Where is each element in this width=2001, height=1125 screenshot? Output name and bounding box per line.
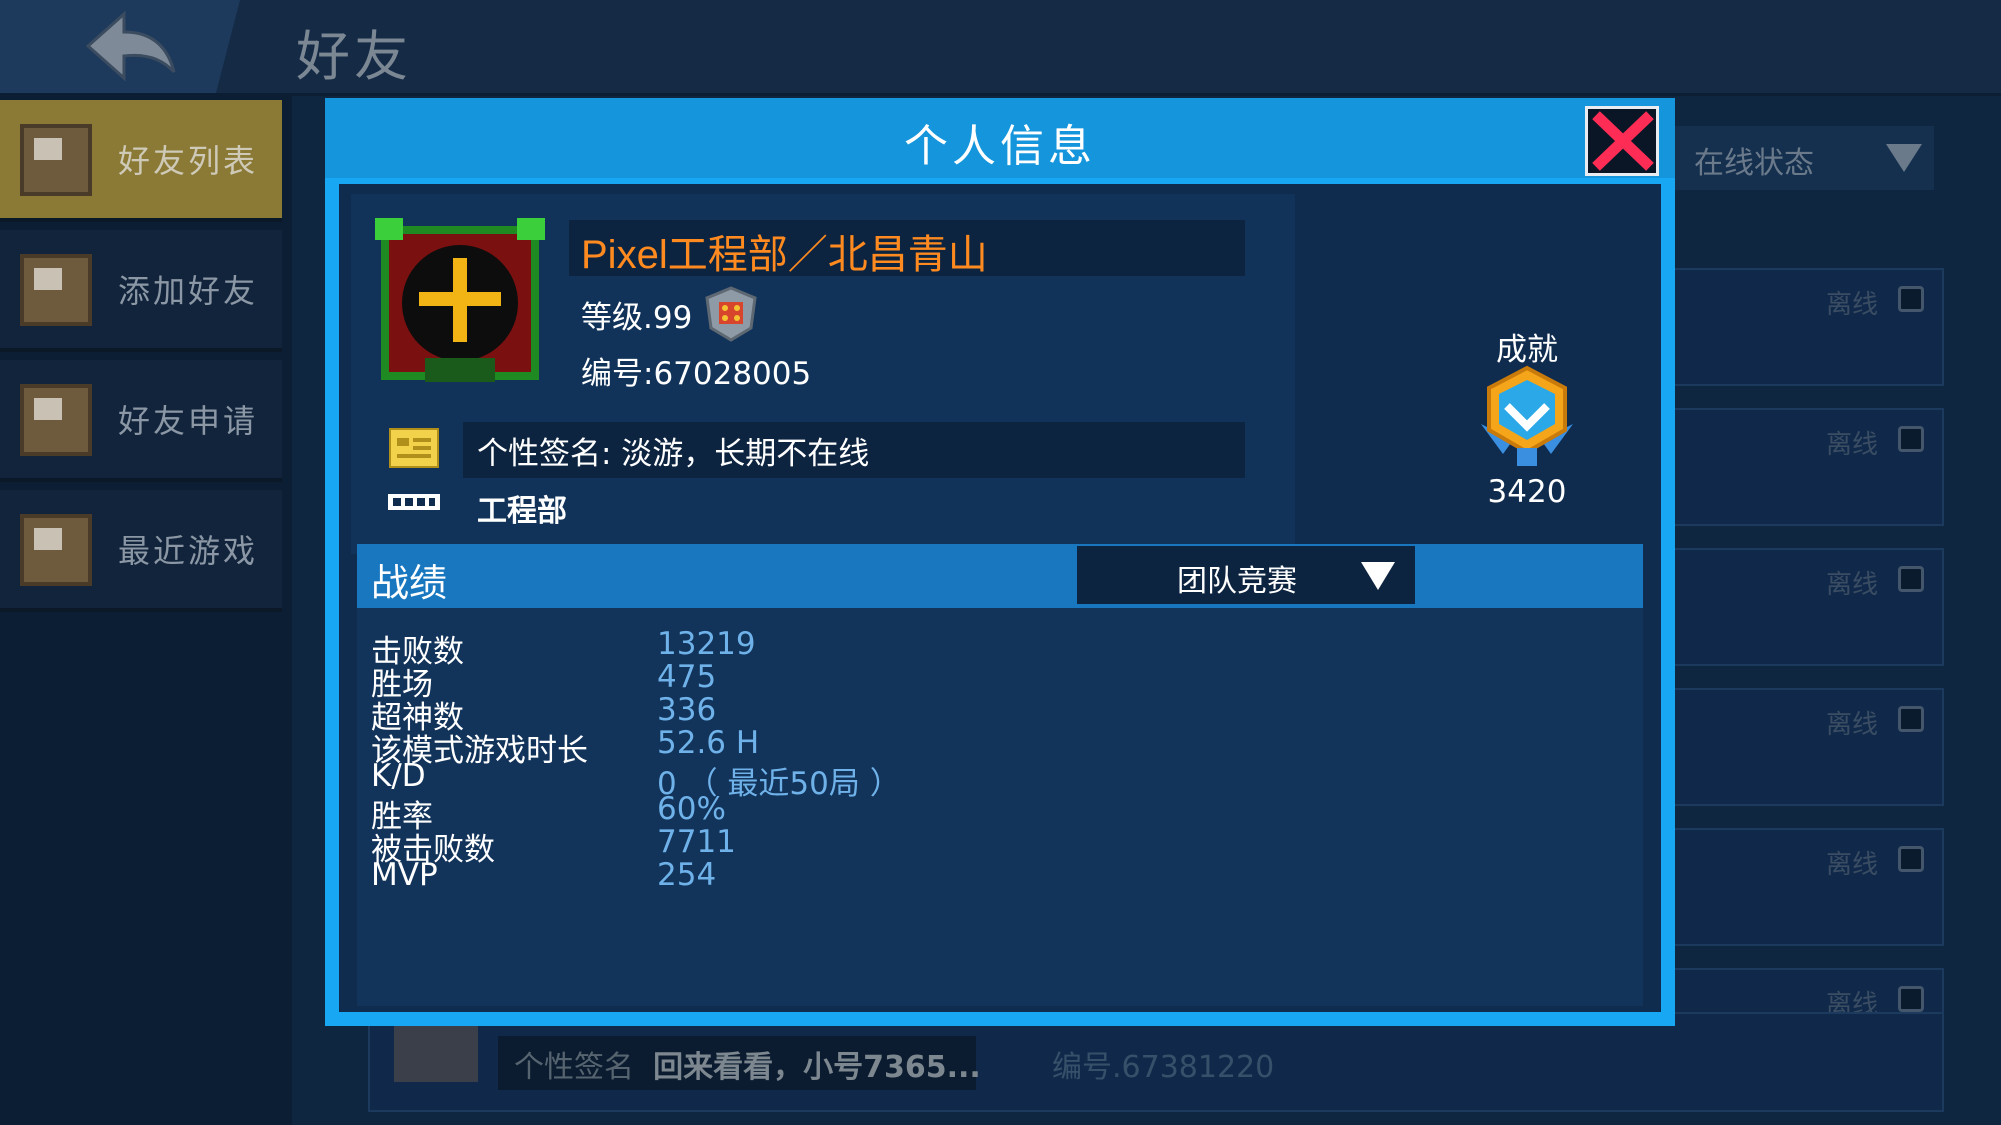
stat-value: 475 [657, 659, 717, 695]
avatar [375, 218, 545, 382]
row-checkbox[interactable] [1898, 986, 1924, 1012]
row-checkbox[interactable] [1898, 286, 1924, 312]
close-icon [1592, 111, 1654, 171]
friend-row[interactable]: 离线 [1672, 688, 1944, 806]
sidebar-item-add-friend[interactable]: 添加好友 [0, 230, 282, 352]
avatar [394, 1020, 478, 1082]
stat-value: 7711 [657, 824, 736, 860]
back-button[interactable] [0, 0, 240, 93]
friend-list-icon [20, 124, 92, 196]
mode-dropdown[interactable]: 团队竞赛 [1077, 546, 1415, 604]
stat-value: 13219 [657, 626, 756, 662]
online-status: 离线 [1825, 710, 1878, 740]
close-button[interactable] [1585, 106, 1659, 176]
modal-body: Pixel工程部／北昌青山 等级.99 编号:67028005 个性签名: 淡游… [339, 184, 1661, 1012]
profile-modal: 个人信息 Pixel工程部／北昌青山 等级.99 编号:67028005 个性签… [325, 98, 1675, 1026]
stat-row: MVP 254 [357, 857, 1643, 899]
stat-value: 254 [657, 857, 717, 893]
friend-signature: 个性签名 回来看看，小号7365... [514, 1042, 981, 1086]
friend-row[interactable]: 离线 [1672, 268, 1944, 386]
modal-header: 个人信息 [325, 98, 1675, 178]
friend-row[interactable]: 个性签名 回来看看，小号7365... 编号.67381220 [368, 1012, 1944, 1112]
sidebar-item-label: 添加好友 [118, 272, 259, 310]
back-arrow-icon [85, 10, 176, 82]
friend-row[interactable]: 离线 [1672, 408, 1944, 526]
online-status: 离线 [1825, 570, 1878, 600]
modal-title: 个人信息 [904, 121, 1096, 172]
sidebar-item-label: 最近游戏 [118, 532, 259, 570]
stat-value: 336 [657, 692, 717, 728]
chevron-down-icon [1886, 144, 1922, 172]
friend-row[interactable]: 离线 [1672, 548, 1944, 666]
player-level: 等级.99 [581, 300, 693, 336]
chevron-down-icon [1361, 562, 1395, 590]
achievement-medal-icon [1481, 365, 1573, 466]
stats-header: 战绩 团队竞赛 [357, 544, 1643, 608]
sidebar-item-label: 好友列表 [118, 142, 259, 180]
player-name: Pixel工程部／北昌青山 [581, 233, 988, 277]
online-status: 离线 [1825, 290, 1878, 320]
signature-text: 回来看看，小号7365... [653, 1050, 981, 1085]
stat-label: K/D [371, 758, 426, 794]
online-status: 离线 [1825, 430, 1878, 460]
recent-games-icon [20, 514, 92, 586]
profile-card: Pixel工程部／北昌青山 等级.99 编号:67028005 个性签名: 淡游… [351, 194, 1295, 554]
achievement-value: 3420 [1487, 474, 1567, 510]
clan-name: 工程部 [477, 494, 567, 529]
row-checkbox[interactable] [1898, 706, 1924, 732]
friend-id: 编号.67381220 [1052, 1050, 1275, 1085]
signature-label: 个性签名 [514, 1050, 634, 1085]
stats-table: 击败数 13219 胜场 475 超神数 336 该模式游戏时长 52.6 H … [357, 608, 1643, 1006]
mode-label: 团队竞赛 [1177, 564, 1297, 599]
stat-label: MVP [371, 857, 438, 893]
friend-row[interactable]: 离线 [1672, 828, 1944, 946]
clan-tag-icon [388, 494, 440, 510]
stat-value: 60% [657, 791, 726, 827]
row-checkbox[interactable] [1898, 426, 1924, 452]
sidebar-item-friend-requests[interactable]: 好友申请 [0, 360, 282, 482]
row-checkbox[interactable] [1898, 846, 1924, 872]
friend-request-icon [20, 384, 92, 456]
achievement-title: 成就 [1496, 332, 1558, 368]
online-status: 离线 [1825, 850, 1878, 880]
page-title: 好友 [296, 25, 412, 88]
add-friend-icon [20, 254, 92, 326]
status-filter-label: 在线状态 [1694, 146, 1814, 181]
stats-title: 战绩 [371, 561, 448, 605]
sidebar-item-label: 好友申请 [118, 402, 259, 440]
top-bar: 好友 [0, 0, 2001, 93]
rank-badge-icon [705, 286, 757, 342]
player-signature: 个性签名: 淡游，长期不在线 [477, 436, 870, 472]
stat-value: 52.6 H [657, 725, 760, 761]
player-id: 编号:67028005 [581, 356, 812, 392]
signature-card-icon [389, 428, 439, 468]
sidebar-item-recent-games[interactable]: 最近游戏 [0, 490, 282, 612]
row-checkbox[interactable] [1898, 566, 1924, 592]
sidebar-item-friend-list[interactable]: 好友列表 [0, 100, 282, 222]
